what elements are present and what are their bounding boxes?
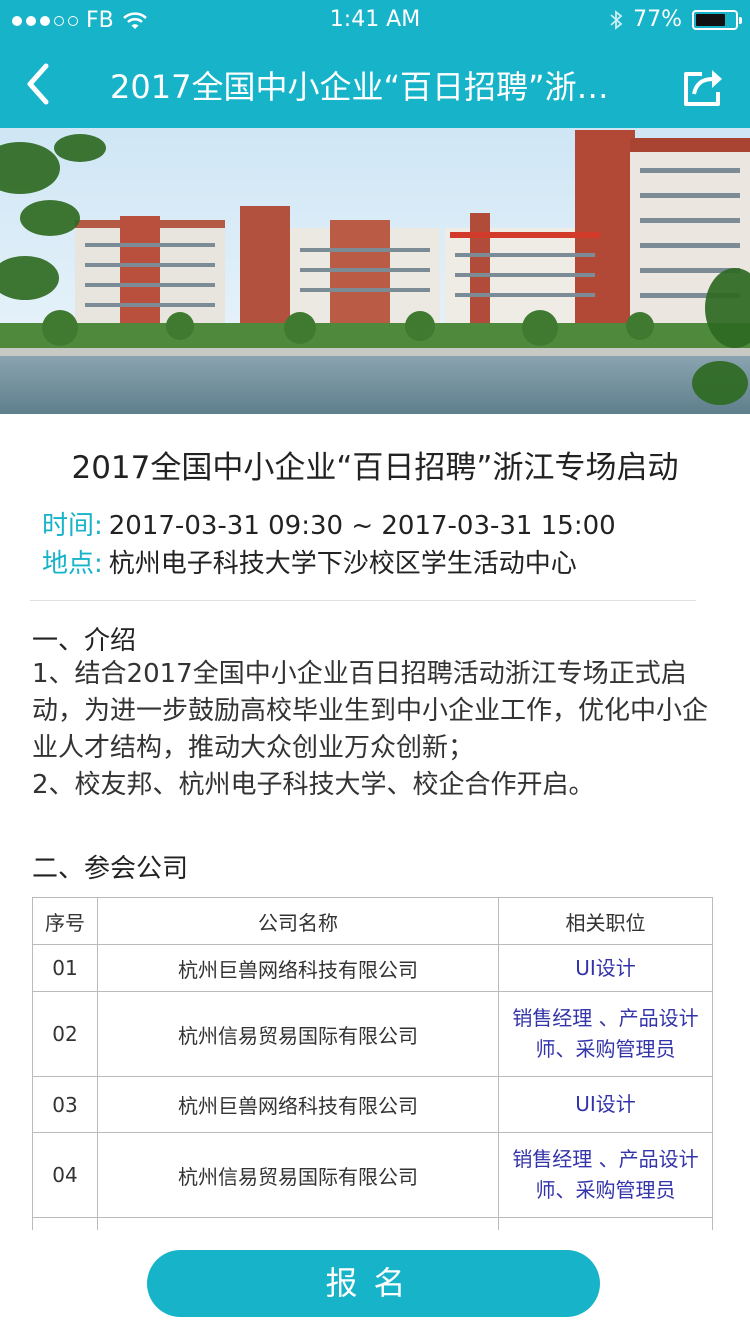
table-row[interactable]: 04 杭州信易贸易国际有限公司 销售经理 、产品设计师、采购管理员: [32, 1132, 713, 1218]
divider: [30, 600, 696, 601]
company-name: 杭州信易贸易国际有限公司: [97, 991, 499, 1077]
job-link[interactable]: 销售经理 、产品设计师、采购管理员: [498, 1132, 713, 1218]
intro-body: 1、结合2017全国中小企业百日招聘活动浙江专场正式启动，为进一步鼓励高校毕业生…: [32, 656, 722, 804]
row-no: 01: [32, 944, 98, 992]
campus-banner-image: [0, 128, 750, 414]
column-header-name: 公司名称: [97, 897, 499, 945]
back-button[interactable]: [20, 62, 60, 106]
event-time: 时间: 2017-03-31 09:30 ~ 2017-03-31 15:00: [42, 505, 616, 542]
column-header-no: 序号: [32, 897, 98, 945]
company-name: 杭州巨兽网络科技有限公司: [97, 944, 499, 992]
time-value: 2017-03-31 09:30 ~ 2017-03-31 15:00: [108, 511, 616, 541]
companies-table: 序号 公司名称 相关职位 01 杭州巨兽网络科技有限公司 UI设计 02 杭州信…: [32, 897, 713, 1258]
event-location: 地点: 杭州电子科技大学下沙校区学生活动中心: [42, 543, 577, 580]
row-no: 02: [32, 991, 98, 1077]
article-title: 2017全国中小企业“百日招聘”浙江专场启动: [71, 450, 679, 486]
table-row[interactable]: 02 杭州信易贸易国际有限公司 销售经理 、产品设计师、采购管理员: [32, 991, 713, 1077]
company-name: 杭州巨兽网络科技有限公司: [97, 1076, 499, 1133]
row-no: 04: [32, 1132, 98, 1218]
bluetooth-icon: [610, 9, 623, 30]
table-row[interactable]: 03 杭州巨兽网络科技有限公司 UI设计: [32, 1076, 713, 1133]
share-button[interactable]: [682, 64, 728, 108]
table-row[interactable]: 01 杭州巨兽网络科技有限公司 UI设计: [32, 944, 713, 992]
share-icon: [684, 70, 722, 106]
battery-icon: [692, 9, 742, 30]
table-header-row: 序号 公司名称 相关职位: [32, 897, 713, 945]
nav-bar: 2017全国中小企业“百日招聘”浙江专场启动: [0, 40, 750, 128]
companies-heading: 二、参会公司: [32, 854, 189, 884]
row-no: 03: [32, 1076, 98, 1133]
bottom-bar: 报名: [0, 1230, 750, 1334]
place-value: 杭州电子科技大学下沙校区学生活动中心: [108, 549, 577, 579]
header: FB 1:41 AM 77% 2017全国中小企业“百日招聘”浙江专场启: [0, 0, 750, 128]
job-link[interactable]: 销售经理 、产品设计师、采购管理员: [498, 991, 713, 1077]
chevron-left-icon: [27, 63, 49, 105]
nav-title: 2017全国中小企业“百日招聘”浙江专场启动: [110, 68, 630, 106]
time-label: 时间:: [42, 511, 103, 541]
intro-paragraph-2: 2、校友邦、杭州电子科技大学、校企合作开启。: [32, 770, 595, 800]
signup-button[interactable]: 报名: [147, 1250, 600, 1317]
place-label: 地点:: [42, 549, 103, 579]
battery-area: 77%: [609, 7, 742, 32]
job-link[interactable]: UI设计: [498, 944, 713, 992]
company-name: 杭州信易贸易国际有限公司: [97, 1132, 499, 1218]
column-header-jobs: 相关职位: [498, 897, 713, 945]
battery-percent: 77%: [633, 7, 682, 32]
status-bar: FB 1:41 AM 77%: [0, 0, 750, 40]
intro-paragraph-1: 1、结合2017全国中小企业百日招聘活动浙江专场正式启动，为进一步鼓励高校毕业生…: [32, 659, 709, 763]
job-link[interactable]: UI设计: [498, 1076, 713, 1133]
intro-heading: 一、介绍: [32, 626, 137, 656]
